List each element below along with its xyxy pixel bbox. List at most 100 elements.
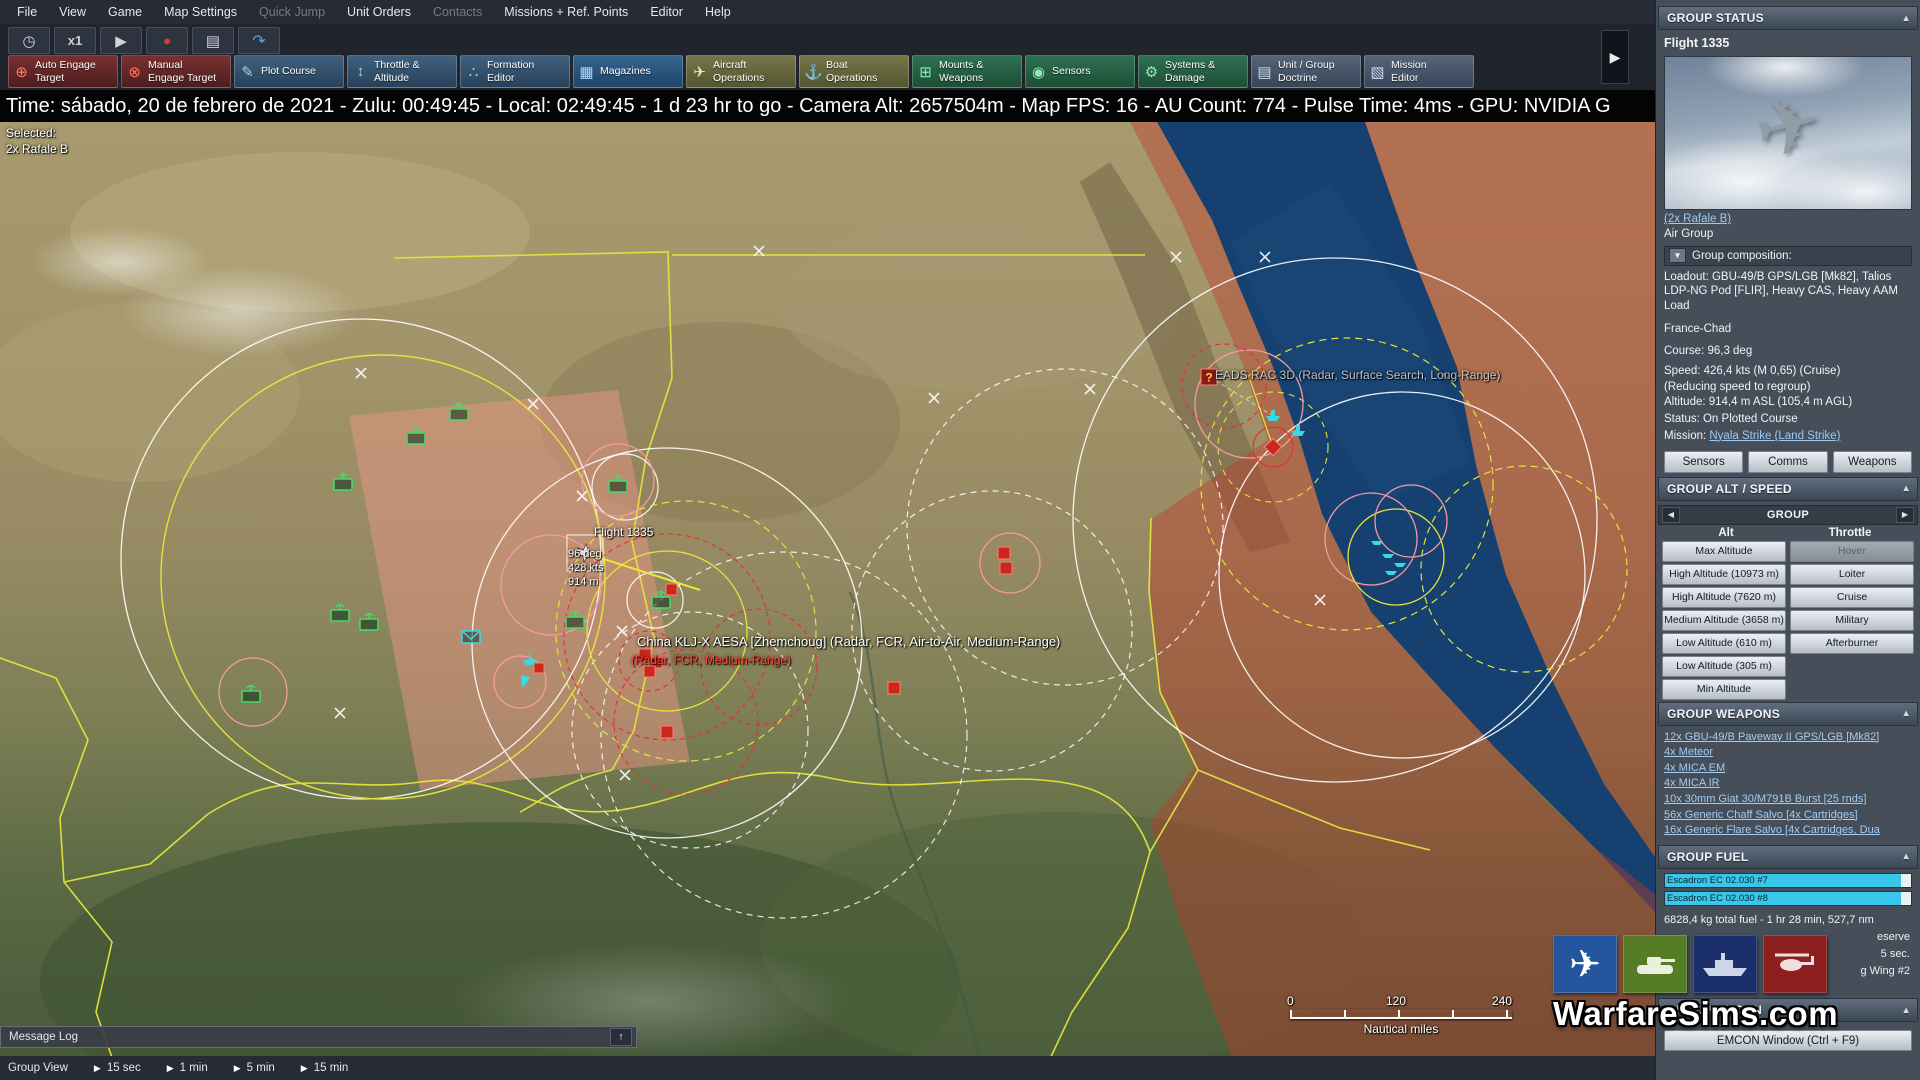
- bottom-bar: Group View ▶15 sec ▶1 min ▶5 min ▶15 min: [0, 1056, 1655, 1080]
- record-button[interactable]: ●: [146, 27, 188, 54]
- menu-quick-jump: Quick Jump: [248, 5, 336, 19]
- menu-editor[interactable]: Editor: [639, 5, 694, 19]
- throttle-afterburner-button[interactable]: Afterburner: [1790, 633, 1914, 654]
- group-fuel-header[interactable]: GROUP FUEL ▴: [1658, 845, 1918, 869]
- group-weapons-header[interactable]: GROUP WEAPONS ▴: [1658, 702, 1918, 726]
- emcon-window-button[interactable]: EMCON Window (Ctrl + F9): [1664, 1030, 1912, 1051]
- arrow-up-icon: ↑: [618, 1031, 624, 1043]
- sensors-button[interactable]: ◉Sensors: [1025, 55, 1135, 88]
- throttle-loiter-button[interactable]: Loiter: [1790, 564, 1914, 585]
- play-button[interactable]: ▶: [100, 27, 142, 54]
- game-clock-button[interactable]: ◷: [8, 27, 50, 54]
- plot-course-button[interactable]: ✎Plot Course: [234, 55, 344, 88]
- aircraft-operations-button[interactable]: ✈Aircraft Operations: [686, 55, 796, 88]
- throttle-altitude-button[interactable]: ↕Throttle & Altitude: [347, 55, 457, 88]
- weapon-link[interactable]: 4x Meteor: [1656, 745, 1920, 761]
- menu-missions-refpoints[interactable]: Missions + Ref. Points: [493, 5, 639, 19]
- group-status-header[interactable]: GROUP STATUS ▴: [1658, 6, 1918, 30]
- menu-unit-orders[interactable]: Unit Orders: [336, 5, 422, 19]
- sensor-tooltip: China KLJ-X AESA [Zhemchoug] (Radar, FCR…: [637, 634, 1060, 649]
- scale-tick-240: 240: [1492, 994, 1512, 1008]
- chevron-right-icon: ▶: [1610, 49, 1621, 66]
- alt-low-305-button[interactable]: Low Altitude (305 m): [1662, 656, 1786, 677]
- alt-max-button[interactable]: Max Altitude: [1662, 541, 1786, 562]
- interval-1min[interactable]: ▶1 min: [167, 1062, 208, 1074]
- alt-medium-3658-button[interactable]: Medium Altitude (3658 m): [1662, 610, 1786, 631]
- weapon-link[interactable]: 12x GBU-49/B Paveway II GPS/LGB [Mk82]: [1656, 730, 1920, 746]
- auto-engage-target-button[interactable]: ⊕Auto Engage Target: [8, 55, 118, 88]
- time-compression-button[interactable]: x1: [54, 27, 96, 54]
- plot-course-icon: ✎: [239, 63, 256, 81]
- throttle-column-label: Throttle: [1788, 527, 1912, 539]
- throttle-military-button[interactable]: Military: [1790, 610, 1914, 631]
- formation-editor-button[interactable]: ∴Formation Editor: [460, 55, 570, 88]
- clock-icon: ◷: [22, 32, 35, 50]
- weapon-link[interactable]: 4x MICA EM: [1656, 761, 1920, 777]
- group-composition-dropdown[interactable]: ▼ Group composition:: [1664, 246, 1912, 266]
- interval-15min[interactable]: ▶15 min: [301, 1062, 348, 1074]
- flight-course: 96 deg: [568, 548, 603, 562]
- map-viewport[interactable]: ? Selected: 2x Rafale B Flight 1335 96 d…: [0, 122, 1655, 1080]
- mission-link[interactable]: Nyala Strike (Land Strike): [1709, 430, 1840, 442]
- message-log-expand-button[interactable]: ↑: [610, 1028, 632, 1046]
- speed-note: (Reducing speed to regroup): [1656, 380, 1920, 394]
- alt-high-7620-button[interactable]: High Altitude (7620 m): [1662, 587, 1786, 608]
- collapse-icon[interactable]: ▴: [1904, 851, 1909, 862]
- magazines-button[interactable]: ▦Magazines: [573, 55, 683, 88]
- transport-controls: ◷ x1 ▶ ● ▤ ↷: [8, 27, 280, 54]
- throttle-cruise-button[interactable]: Cruise: [1790, 587, 1914, 608]
- record-icon: ●: [163, 33, 171, 48]
- weapons-panel-button[interactable]: Weapons: [1833, 451, 1912, 473]
- group-selector: ◀ GROUP ▶: [1658, 505, 1918, 525]
- alt-low-610-button[interactable]: Low Altitude (610 m): [1662, 633, 1786, 654]
- menu-view[interactable]: View: [48, 5, 97, 19]
- group-view-label[interactable]: Group View: [8, 1062, 68, 1074]
- menu-map-settings[interactable]: Map Settings: [153, 5, 248, 19]
- boat-operations-button[interactable]: ⚓Boat Operations: [799, 55, 909, 88]
- watermark-tank-icon: [1623, 935, 1687, 993]
- comms-panel-button[interactable]: Comms: [1748, 451, 1827, 473]
- mounts-weapons-button[interactable]: ⊞Mounts & Weapons: [912, 55, 1022, 88]
- alt-min-button[interactable]: Min Altitude: [1662, 679, 1786, 700]
- loadout-text: Loadout: GBU-49/B GPS/LGB [Mk82], Talios…: [1656, 269, 1920, 315]
- weapon-link[interactable]: 56x Generic Chaff Salvo [4x Cartridges]: [1656, 808, 1920, 824]
- alt-throttle-grid: Max AltitudeHover High Altitude (10973 m…: [1662, 541, 1914, 700]
- fuel-gauge: Escadron EC 02.030 #7: [1664, 873, 1912, 888]
- magazines-icon: ▦: [578, 63, 595, 81]
- unit-composition-link[interactable]: (2x Rafale B): [1656, 212, 1920, 226]
- interval-15sec[interactable]: ▶15 sec: [94, 1062, 141, 1074]
- message-log-bar[interactable]: Message Log ↑: [0, 1026, 637, 1048]
- weapon-link[interactable]: 16x Generic Flare Salvo [4x Cartridges, …: [1656, 823, 1920, 839]
- quick-jump-button[interactable]: ↷: [238, 27, 280, 54]
- group-alt-speed-header[interactable]: GROUP ALT / SPEED ▴: [1658, 477, 1918, 501]
- weapon-link[interactable]: 10x 30mm Giat 30/M791B Burst [25 rnds]: [1656, 792, 1920, 808]
- manual-engage-target-button[interactable]: ⊗Manual Engage Target: [121, 55, 231, 88]
- fuel-gauge: Escadron EC 02.030 #8: [1664, 891, 1912, 906]
- menu-file[interactable]: File: [6, 5, 48, 19]
- chevron-down-icon: ▼: [1669, 248, 1686, 263]
- menu-game[interactable]: Game: [97, 5, 153, 19]
- sensors-panel-button[interactable]: Sensors: [1664, 451, 1743, 473]
- mission-editor-button[interactable]: ▧Mission Editor: [1364, 55, 1474, 88]
- toolbar-collapse-button[interactable]: ▶: [1601, 30, 1629, 84]
- next-group-button[interactable]: ▶: [1896, 507, 1914, 523]
- scale-tick-120: 120: [1386, 994, 1406, 1008]
- menu-help[interactable]: Help: [694, 5, 742, 19]
- scale-tick-0: 0: [1287, 994, 1294, 1008]
- systems-damage-button[interactable]: ⚙Systems & Damage: [1138, 55, 1248, 88]
- collapse-icon[interactable]: ▴: [1904, 708, 1909, 719]
- collapse-icon[interactable]: ▴: [1904, 13, 1909, 24]
- interval-5min[interactable]: ▶5 min: [234, 1062, 275, 1074]
- doctrine-button[interactable]: ▤Unit / Group Doctrine: [1251, 55, 1361, 88]
- print-button[interactable]: ▤: [192, 27, 234, 54]
- toolbar-buttons: ⊕Auto Engage Target ⊗Manual Engage Targe…: [8, 55, 1474, 88]
- collapse-icon[interactable]: ▴: [1904, 483, 1909, 494]
- prev-group-button[interactable]: ◀: [1662, 507, 1680, 523]
- right-sidebar: GROUP STATUS ▴ Flight 1335 ✈ (2x Rafale …: [1655, 0, 1920, 1080]
- auto-engage-icon: ⊕: [13, 63, 30, 81]
- sensor-tooltip-hostile: (Radar, FCR, Medium-Range): [631, 653, 791, 667]
- weapon-link[interactable]: 4x MICA IR: [1656, 776, 1920, 792]
- time-status-bar: Time: sábado, 20 de febrero de 2021 - Zu…: [0, 90, 1655, 122]
- manual-engage-icon: ⊗: [126, 63, 143, 81]
- alt-high-10973-button[interactable]: High Altitude (10973 m): [1662, 564, 1786, 585]
